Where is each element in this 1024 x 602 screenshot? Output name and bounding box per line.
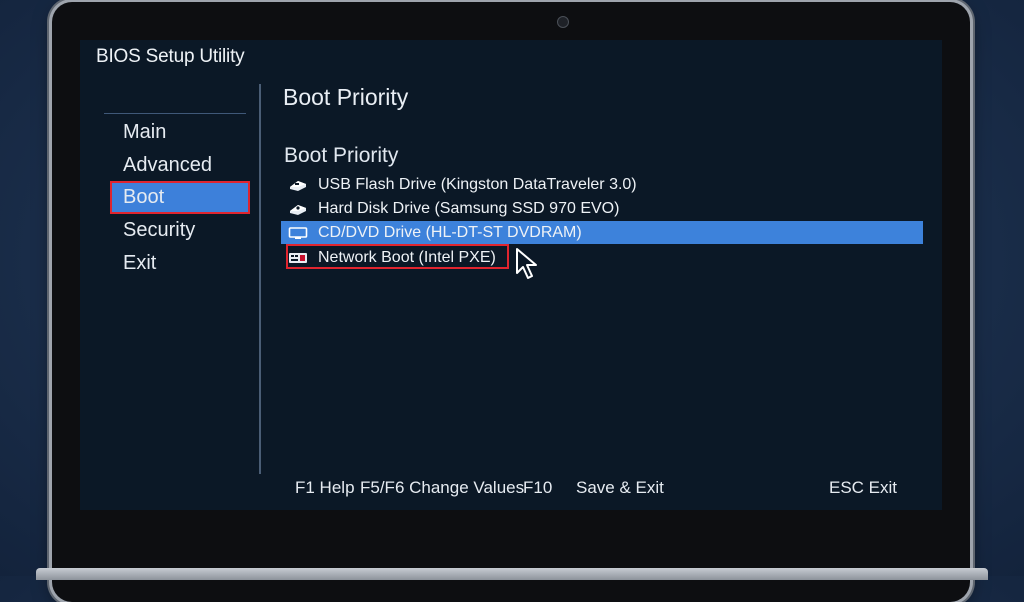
boot-device-hdd[interactable]: Hard Disk Drive (Samsung SSD 970 EVO) [281, 197, 923, 220]
menu-item-boot[interactable]: Boot [110, 181, 250, 214]
mouse-cursor-icon [516, 248, 537, 279]
vertical-divider [259, 84, 261, 474]
footer-save-exit: Save & Exit [576, 478, 664, 497]
laptop-base [36, 568, 988, 580]
boot-device-label: Hard Disk Drive (Samsung SSD 970 EVO) [318, 200, 620, 217]
usb-drive-icon [288, 178, 308, 192]
menu-item-exit[interactable]: Exit [112, 249, 248, 278]
page-title: Boot Priority [283, 84, 409, 110]
bios-screen: BIOS Setup Utility Main Advanced Boot Se… [80, 40, 942, 510]
boot-device-label: USB Flash Drive (Kingston DataTraveler 3… [318, 176, 637, 193]
app-title: BIOS Setup Utility [96, 46, 245, 67]
highlight-box [286, 244, 509, 269]
boot-device-usb[interactable]: USB Flash Drive (Kingston DataTraveler 3… [281, 173, 923, 196]
hard-disk-icon [288, 202, 308, 216]
menu-item-advanced[interactable]: Advanced [112, 151, 248, 180]
footer-save-key: F10 [523, 478, 553, 497]
section-title: Boot Priority [284, 144, 399, 167]
boot-device-label: CD/DVD Drive (HL-DT-ST DVDRAM) [318, 224, 582, 241]
webcam-icon [557, 16, 569, 28]
footer-help: F1 Help [295, 478, 355, 497]
menu-item-main[interactable]: Main [112, 118, 248, 147]
menu-item-security[interactable]: Security [112, 216, 248, 245]
boot-device-network[interactable]: Network Boot (Intel PXE) [281, 244, 923, 269]
footer-esc-exit: ESC Exit [829, 478, 898, 497]
boot-device-optical[interactable]: CD/DVD Drive (HL-DT-ST DVDRAM) [281, 221, 923, 244]
footer-change-values: F5/F6 Change Values [360, 478, 525, 497]
sidebar-divider [104, 113, 246, 114]
optical-drive-icon [288, 226, 308, 240]
